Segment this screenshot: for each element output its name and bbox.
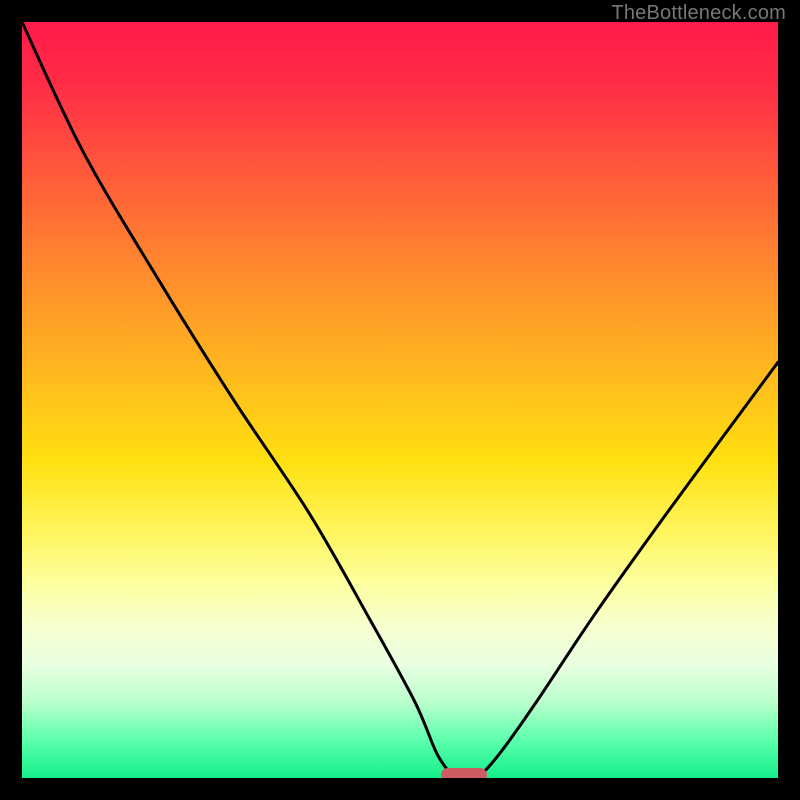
plot-area xyxy=(22,22,778,778)
chart-container: TheBottleneck.com xyxy=(0,0,800,800)
bottleneck-curve-path xyxy=(22,22,778,778)
watermark-text: TheBottleneck.com xyxy=(611,2,786,25)
optimum-marker-pill xyxy=(441,768,487,778)
bottleneck-curve-svg xyxy=(22,22,778,778)
